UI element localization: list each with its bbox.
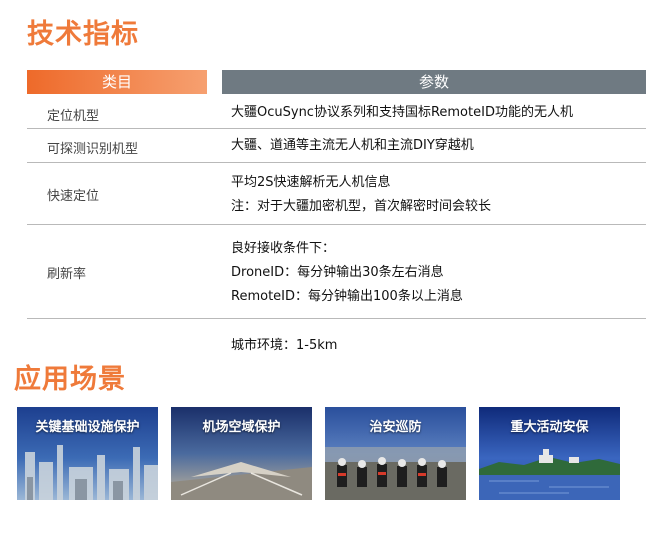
row-value: 大疆、道通等主流无人机和主流DIY穿越机 xyxy=(231,134,474,158)
value-line: 大疆OcuSync协议系列和支持国标RemoteID功能的无人机 xyxy=(231,105,573,120)
table-row: 刷新率 良好接收条件下： DroneID：每分钟输出30条左右消息 Remote… xyxy=(27,225,646,319)
row-label: 定位机型 xyxy=(47,109,100,124)
application-card-major-events: 重大活动安保 xyxy=(479,407,620,500)
application-caption: 关键基础设施保护 xyxy=(35,420,140,435)
value-line: 良好接收条件下： xyxy=(231,241,336,256)
table-header-category: 类目 xyxy=(27,70,207,94)
application-card-patrol: 治安巡防 xyxy=(325,407,466,500)
table-row: 快速定位 平均2S快速解析无人机信息 注：对于大疆加密机型，首次解密时间会较长 xyxy=(27,163,646,225)
value-line: DroneID：每分钟输出30条左右消息 xyxy=(231,265,444,280)
value-line: 注：对于大疆加密机型，首次解密时间会较长 xyxy=(231,199,492,214)
row-value: 良好接收条件下： DroneID：每分钟输出30条左右消息 RemoteID：每… xyxy=(231,237,463,309)
application-caption: 治安巡防 xyxy=(369,420,422,435)
table-row: 可探测识别机型 大疆、道通等主流无人机和主流DIY穿越机 xyxy=(27,129,646,163)
table-row: 定位机型 大疆OcuSync协议系列和支持国标RemoteID功能的无人机 xyxy=(27,96,646,129)
row-value: 大疆OcuSync协议系列和支持国标RemoteID功能的无人机 xyxy=(231,101,573,125)
row-label: 刷新率 xyxy=(47,267,87,282)
row-value: 平均2S快速解析无人机信息 注：对于大疆加密机型，首次解密时间会较长 xyxy=(231,171,491,219)
specs-section-title: 技术指标 xyxy=(27,19,139,50)
range-line: 城市环境：1-5km xyxy=(231,338,338,353)
table-header-parameter: 参数 xyxy=(222,70,646,94)
application-caption: 机场空域保护 xyxy=(202,420,281,435)
value-line: 平均2S快速解析无人机信息 xyxy=(231,175,391,190)
application-card-infrastructure: 关键基础设施保护 xyxy=(17,407,158,500)
application-caption: 重大活动安保 xyxy=(510,420,589,435)
application-card-airport: 机场空域保护 xyxy=(171,407,312,500)
applications-section-title: 应用场景 xyxy=(14,364,126,395)
value-line: RemoteID：每分钟输出100条以上消息 xyxy=(231,289,463,304)
value-line: 大疆、道通等主流无人机和主流DIY穿越机 xyxy=(231,138,474,153)
row-label: 可探测识别机型 xyxy=(47,142,139,157)
row-label: 快速定位 xyxy=(47,189,100,204)
